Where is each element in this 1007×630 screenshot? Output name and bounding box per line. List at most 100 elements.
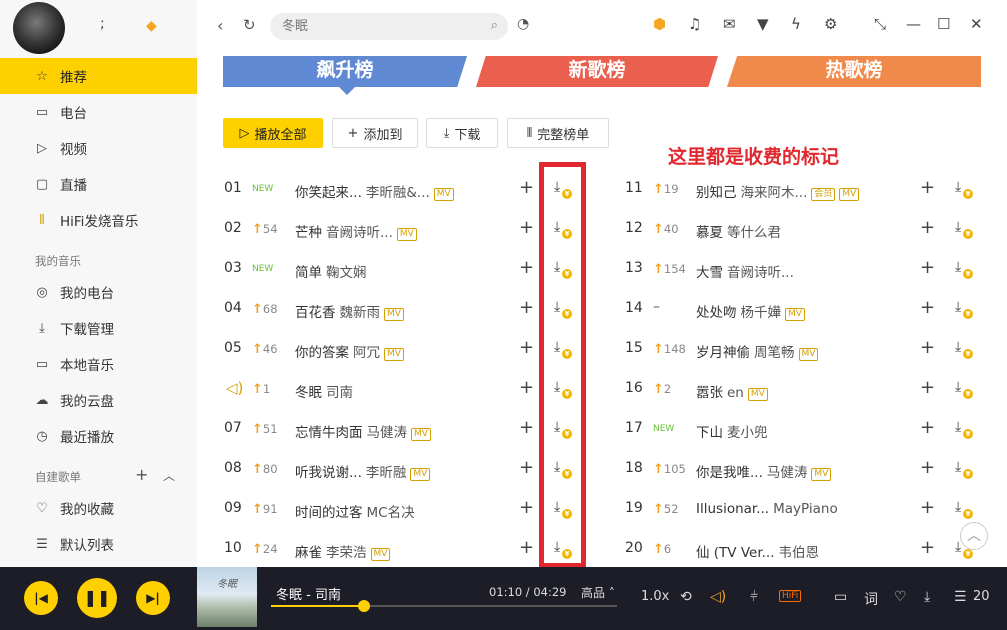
maximize-icon[interactable]: ☐ — [937, 15, 950, 33]
song-artist[interactable]: 李昕融 — [366, 465, 407, 481]
playback-speed[interactable]: 1.0x — [641, 589, 669, 604]
mv-badge[interactable]: MV — [384, 308, 404, 321]
song-title[interactable]: Illusionar... — [696, 501, 769, 517]
song-title-cell[interactable]: 慕夏 等什么君 — [696, 221, 781, 241]
song-title-cell[interactable]: 时间的过客 MC名决 — [295, 501, 415, 521]
favorite-heart-icon[interactable]: ♡ — [894, 589, 907, 605]
paid-download-icon[interactable]: ⤓ ¥ — [955, 459, 973, 479]
paid-download-icon[interactable]: ⤓ ¥ — [955, 219, 973, 239]
song-artist[interactable]: 阿冗 — [353, 345, 380, 361]
song-title[interactable]: 你的答案 — [295, 345, 349, 361]
song-title[interactable]: 大雪 — [696, 265, 723, 281]
paid-download-icon[interactable]: ⤓ ¥ — [955, 299, 973, 319]
song-title-cell[interactable]: 你是我唯... 马健涛 MV — [696, 461, 832, 481]
add-to-playlist-icon[interactable]: + — [519, 257, 534, 278]
tab-hot-chart[interactable]: 热歌榜 — [727, 56, 981, 87]
sidebar-item-default-list[interactable]: ☰ 默认列表 — [0, 526, 197, 562]
song-title[interactable]: 忘情牛肉面 — [295, 425, 363, 441]
song-title[interactable]: 下山 — [696, 425, 723, 441]
mv-badge[interactable]: MV — [785, 308, 805, 321]
comment-icon[interactable]: ▭ — [834, 589, 847, 605]
add-to-playlist-icon[interactable]: + — [920, 497, 935, 518]
song-row[interactable]: 05 ↑46 你的答案 阿冗 MV + ⤓ ¥ — [224, 329, 584, 369]
add-playlist-icon[interactable]: + — [135, 465, 148, 484]
song-row[interactable]: 18 ↑105 你是我唯... 马健涛 MV + ⤓ ¥ — [625, 449, 985, 489]
sidebar-item-cloud[interactable]: ☁ 我的云盘 — [0, 382, 197, 418]
song-artist[interactable]: 李荣浩 — [326, 545, 367, 561]
lightning-icon[interactable]: ϟ — [791, 15, 801, 33]
song-artist[interactable]: 海来阿木... — [741, 185, 808, 201]
add-to-playlist-icon[interactable]: + — [920, 217, 935, 238]
song-title[interactable]: 嚣张 — [696, 385, 723, 401]
sidebar-item-recommend[interactable]: ☆ 推荐 — [0, 58, 197, 94]
song-artist[interactable]: en — [727, 385, 744, 401]
music-recognition-icon[interactable]: ◔ — [517, 16, 529, 32]
song-title-cell[interactable]: 你笑起来... 李昕融&... MV — [295, 181, 454, 201]
add-to-button[interactable]: + 添加到 — [332, 118, 418, 148]
song-title-cell[interactable]: 芒种 音阙诗听... MV — [295, 221, 417, 241]
download-button[interactable]: ⤓ 下载 — [426, 118, 498, 148]
song-title[interactable]: 你笑起来... — [295, 185, 362, 201]
song-artist[interactable]: 杨千嬅 — [741, 305, 782, 321]
song-row[interactable]: 16 ↑2 嚣张 en MV + ⤓ ¥ — [625, 369, 985, 409]
sidebar-item-recent[interactable]: ◷ 最近播放 — [0, 418, 197, 454]
mv-badge[interactable]: MV — [384, 348, 404, 361]
paid-download-icon[interactable]: ⤓ ¥ — [955, 499, 973, 519]
song-title-cell[interactable]: 百花香 魏新雨 MV — [295, 301, 404, 321]
song-artist[interactable]: 马健涛 — [767, 465, 808, 481]
song-row[interactable]: 19 ↑52 Illusionar... MayPiano + ⤓ ¥ — [625, 489, 985, 529]
song-row[interactable]: 11 ↑19 别知己 海来阿木... 会员 MV + ⤓ ¥ — [625, 169, 985, 209]
song-title[interactable]: 麻雀 — [295, 545, 322, 561]
song-title[interactable]: 芒种 — [295, 225, 322, 241]
tab-rise-chart[interactable]: 飙升榜 — [223, 56, 467, 87]
song-title[interactable]: 简单 — [295, 265, 322, 281]
song-row[interactable]: 09 ↑91 时间的过客 MC名决 + ⤓ ¥ — [224, 489, 584, 529]
add-to-playlist-icon[interactable]: + — [519, 417, 534, 438]
song-title-cell[interactable]: 嚣张 en MV — [696, 381, 768, 401]
song-artist[interactable]: 音阙诗听... — [727, 265, 794, 281]
progress-bar[interactable] — [271, 600, 617, 612]
add-to-playlist-icon[interactable]: + — [519, 457, 534, 478]
mv-badge[interactable]: MV — [839, 188, 860, 201]
sidebar-item-my-radio[interactable]: ◎ 我的电台 — [0, 274, 197, 310]
sidebar-item-video[interactable]: ▷ 视频 — [0, 130, 197, 166]
song-title-cell[interactable]: 大雪 音阙诗听... — [696, 261, 794, 281]
song-artist[interactable]: 魏新雨 — [340, 305, 381, 321]
playlist-count[interactable]: 20 — [973, 589, 990, 604]
song-artist[interactable]: 司南 — [326, 385, 353, 401]
song-artist[interactable]: 周笔畅 — [754, 345, 795, 361]
song-title-cell[interactable]: 你的答案 阿冗 MV — [295, 341, 404, 361]
search-box[interactable]: ⌕ — [270, 13, 508, 40]
add-to-playlist-icon[interactable]: + — [519, 537, 534, 558]
song-artist[interactable]: 韦伯恩 — [779, 545, 820, 561]
song-title-cell[interactable]: 冬眠 司南 — [295, 381, 353, 401]
song-row[interactable]: 07 ↑51 忘情牛肉面 马健涛 MV + ⤓ ¥ — [224, 409, 584, 449]
quality-selector[interactable]: 高品 ˄ — [581, 584, 615, 601]
collapse-chevron-icon[interactable]: ︿ — [163, 467, 175, 484]
paid-download-icon[interactable]: ⤓ ¥ — [955, 179, 973, 199]
paid-download-icon[interactable]: ⤓ ¥ — [955, 259, 973, 279]
playlist-icon[interactable]: ☰ — [954, 589, 967, 605]
full-chart-button[interactable]: ⫴ 完整榜单 — [507, 118, 609, 148]
search-input[interactable] — [282, 17, 482, 36]
settings-gear-icon[interactable]: ⚙ — [824, 15, 837, 33]
mv-badge[interactable]: MV — [433, 188, 454, 201]
avatar[interactable] — [13, 2, 65, 54]
add-to-playlist-icon[interactable]: + — [519, 337, 534, 358]
song-row[interactable]: 12 ↑40 慕夏 等什么君 + ⤓ ¥ — [625, 209, 985, 249]
vip-badge-icon[interactable]: ⬢ — [653, 15, 666, 33]
sidebar-item-favorites[interactable]: ♡ 我的收藏 — [0, 490, 197, 526]
paid-download-icon[interactable]: ⤓ ¥ — [955, 379, 973, 399]
song-title-cell[interactable]: 麻雀 李荣浩 MV — [295, 541, 391, 561]
previous-track-button[interactable]: |◀ — [24, 581, 58, 615]
song-row[interactable]: 10 ↑24 麻雀 李荣浩 MV + ⤓ ¥ — [224, 529, 584, 569]
song-title[interactable]: 百花香 — [295, 305, 336, 321]
song-artist[interactable]: 马健涛 — [367, 425, 408, 441]
paid-download-icon[interactable]: ⤓ ¥ — [955, 339, 973, 359]
add-to-playlist-icon[interactable]: + — [519, 297, 534, 318]
play-all-button[interactable]: ▷ 播放全部 — [223, 118, 323, 148]
song-title-cell[interactable]: 处处吻 杨千嬅 MV — [696, 301, 805, 321]
add-to-playlist-icon[interactable]: + — [920, 177, 935, 198]
headphones-icon[interactable]: ♫ — [688, 15, 701, 33]
member-badge[interactable]: 会员 — [811, 188, 836, 201]
